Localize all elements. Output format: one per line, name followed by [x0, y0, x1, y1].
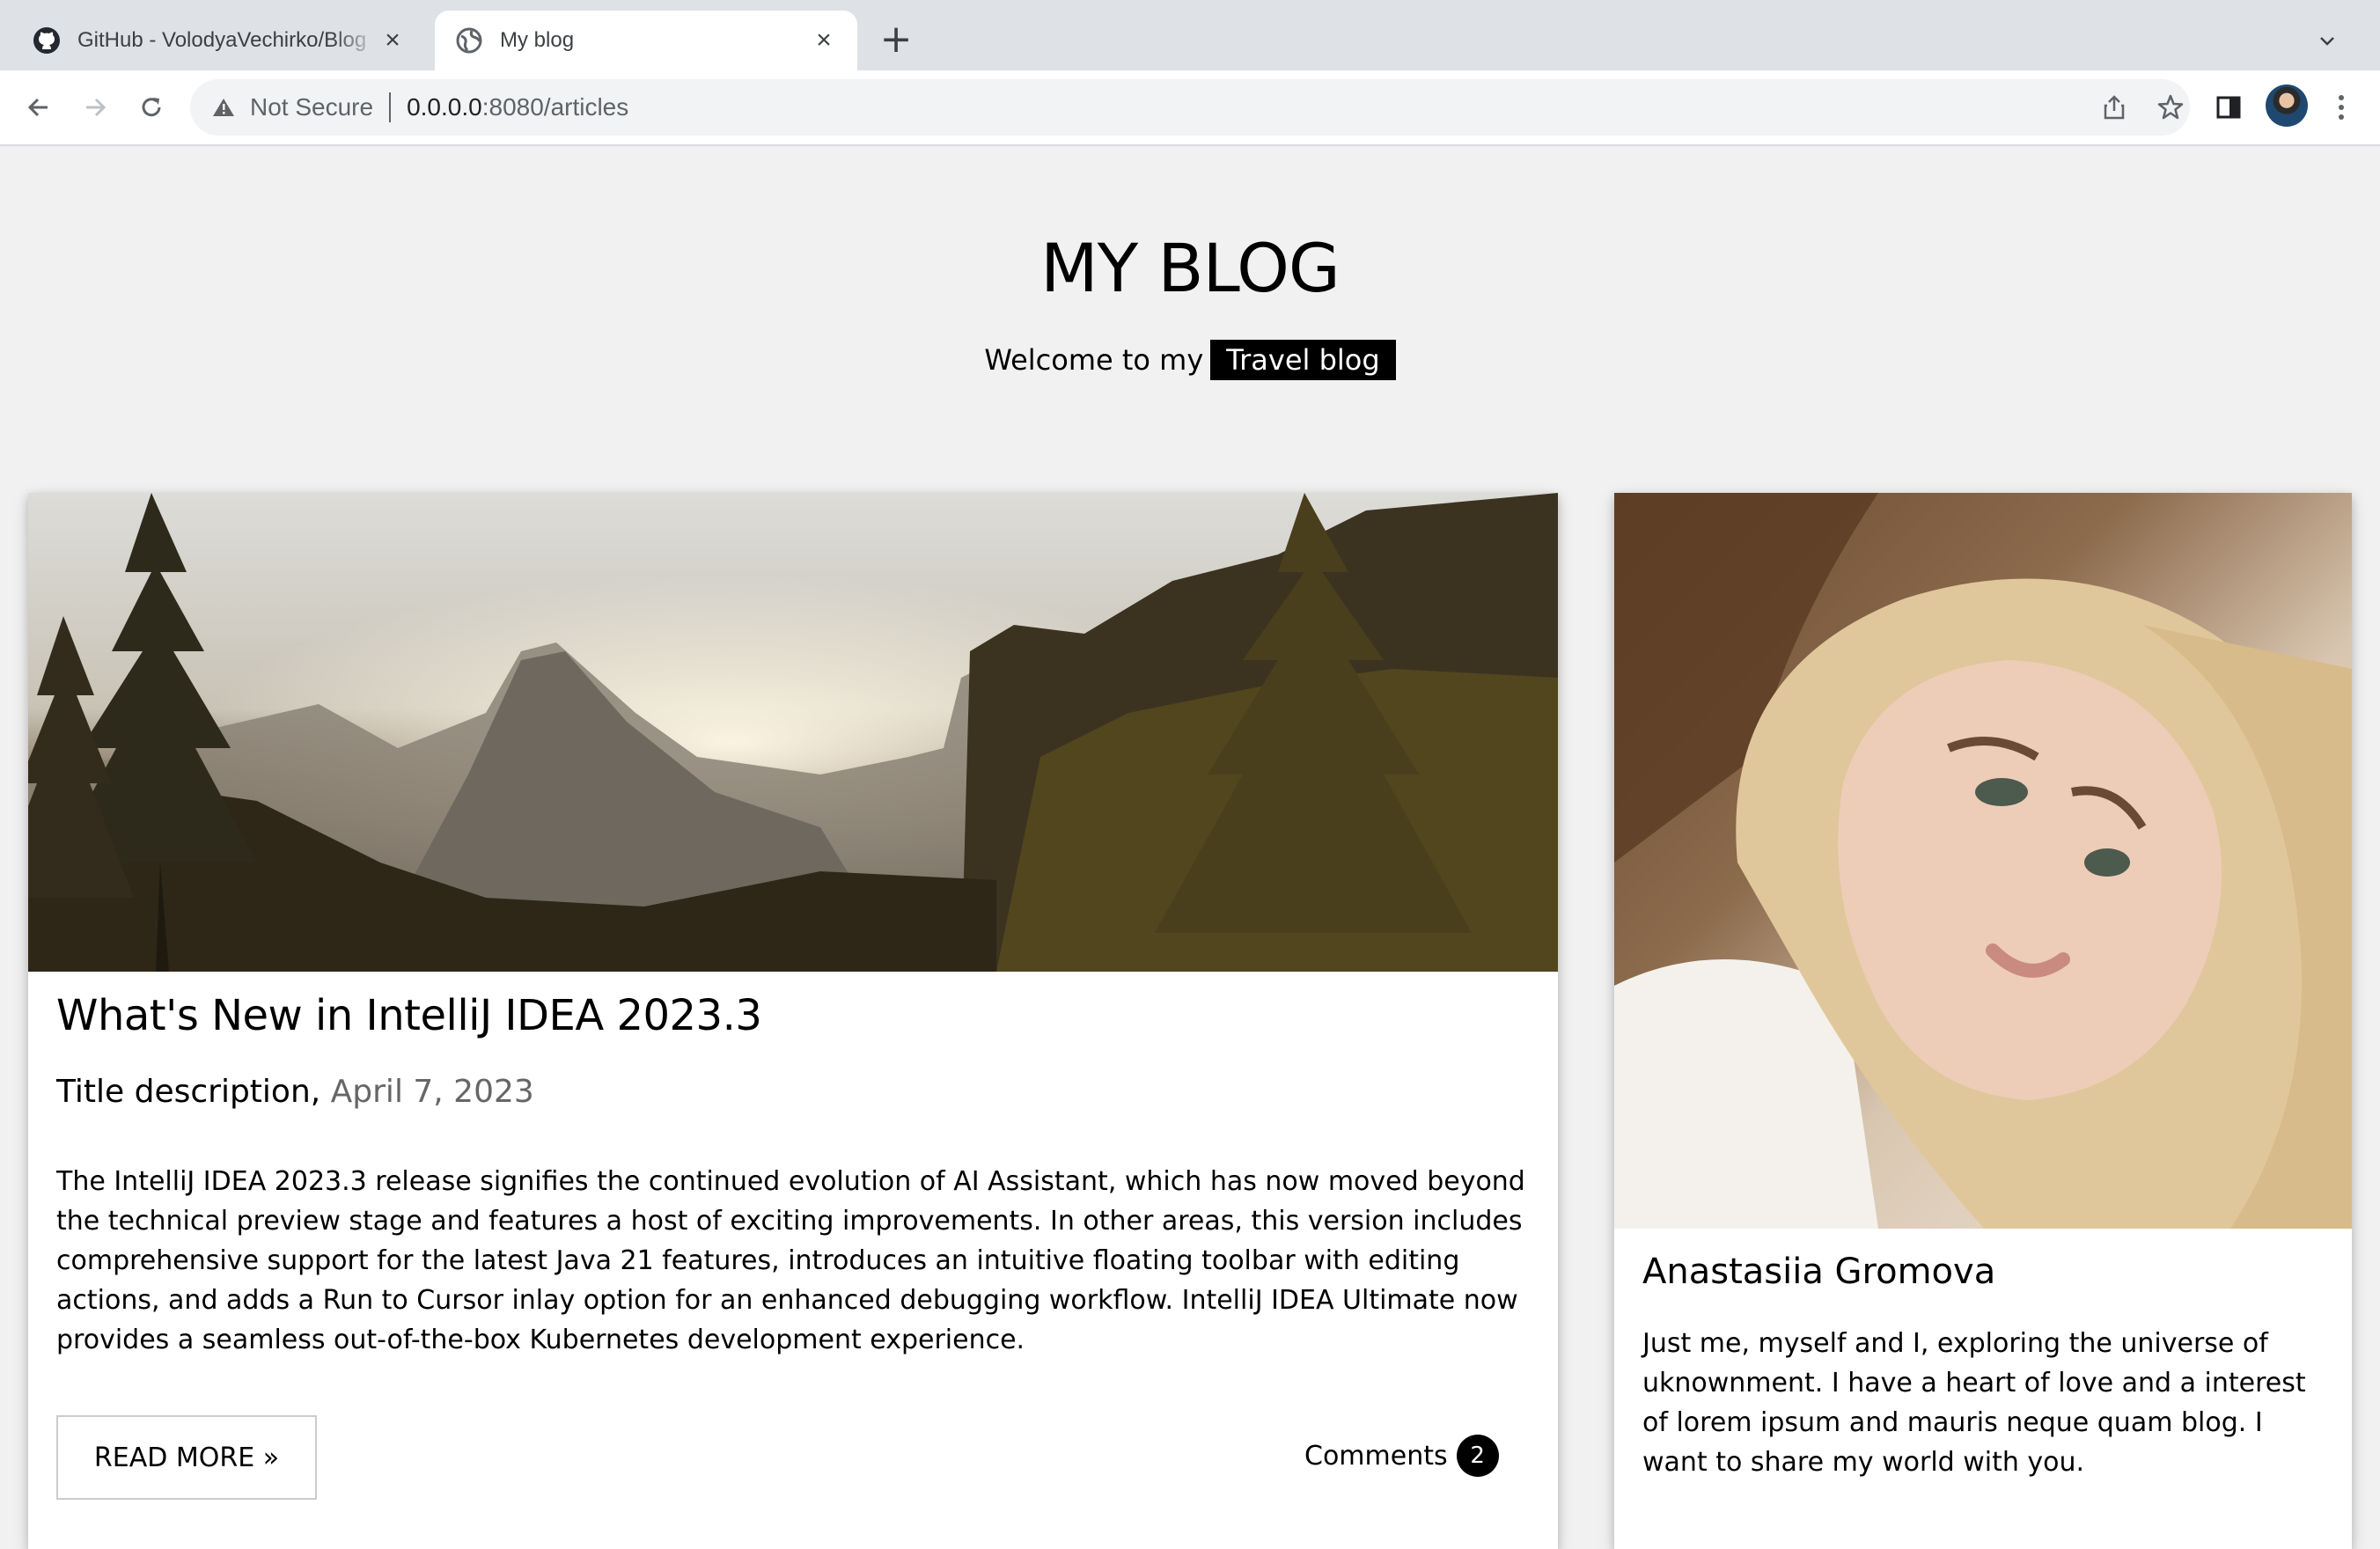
- url-host: 0.0.0.0: [407, 93, 482, 121]
- article-excerpt: The IntelliJ IDEA 2023.3 release signifi…: [56, 1166, 1525, 1355]
- reload-icon[interactable]: [130, 86, 173, 128]
- profile-name: Anastasiia Gromova: [1642, 1252, 1996, 1292]
- warning-icon[interactable]: [209, 93, 238, 121]
- new-tab-button[interactable]: +: [877, 17, 915, 62]
- back-icon[interactable]: [18, 86, 60, 128]
- github-icon: [32, 26, 62, 55]
- title-description: Title description,: [56, 1074, 321, 1110]
- comments-label: Comments: [1304, 1440, 1448, 1472]
- article-subtitle: Title description, April 7, 2023: [56, 1074, 534, 1110]
- profile-photo: [1614, 493, 2352, 1229]
- forward-icon[interactable]: [74, 86, 116, 128]
- side-panel-icon[interactable]: [2207, 86, 2250, 128]
- avatar[interactable]: [2266, 84, 2308, 127]
- chevron-down-icon[interactable]: [2308, 21, 2347, 60]
- url-path: :8080/articles: [481, 93, 629, 121]
- tab-my-blog[interactable]: My blog ×: [435, 11, 857, 70]
- article-date: April 7, 2023: [330, 1074, 534, 1110]
- security-label[interactable]: Not Secure: [250, 93, 373, 121]
- tab-strip: GitHub - VolodyaVechirko/Blog × My blog …: [0, 0, 2380, 70]
- read-more-button[interactable]: READ MORE »: [56, 1415, 317, 1500]
- profile-card: Anastasiia Gromova Just me, myself and I…: [1614, 493, 2352, 1549]
- browser-toolbar: Not Secure 0.0.0.0:8080/articles: [0, 70, 2380, 146]
- article-image: [28, 493, 1558, 972]
- article-title[interactable]: What's New in IntelliJ IDEA 2023.3: [56, 991, 762, 1040]
- share-icon[interactable]: [2091, 84, 2137, 130]
- comments-link[interactable]: Comments 2: [1304, 1435, 1499, 1477]
- address-bar[interactable]: Not Secure 0.0.0.0:8080/articles: [190, 79, 2190, 136]
- page-title: MY BLOG: [1040, 229, 1341, 307]
- welcome-text: Welcome to my: [984, 343, 1204, 377]
- tab-title: GitHub - VolodyaVechirko/Blog: [77, 28, 367, 52]
- globe-icon: [454, 26, 484, 55]
- welcome-line: Welcome to my Travel blog: [0, 340, 2380, 380]
- close-icon[interactable]: ×: [810, 26, 838, 55]
- blog-type-badge: Travel blog: [1210, 340, 1396, 380]
- close-icon[interactable]: ×: [378, 26, 407, 55]
- menu-icon[interactable]: [2320, 86, 2362, 128]
- tab-title: My blog: [500, 28, 575, 52]
- profile-bio: Just me, myself and I, exploring the uni…: [1642, 1328, 2306, 1478]
- star-icon[interactable]: [2148, 84, 2193, 130]
- comments-count-badge: 2: [1456, 1435, 1499, 1477]
- divider: [389, 92, 392, 122]
- tab-github[interactable]: GitHub - VolodyaVechirko/Blog ×: [12, 11, 426, 70]
- article-card: What's New in IntelliJ IDEA 2023.3 Title…: [28, 493, 1558, 1549]
